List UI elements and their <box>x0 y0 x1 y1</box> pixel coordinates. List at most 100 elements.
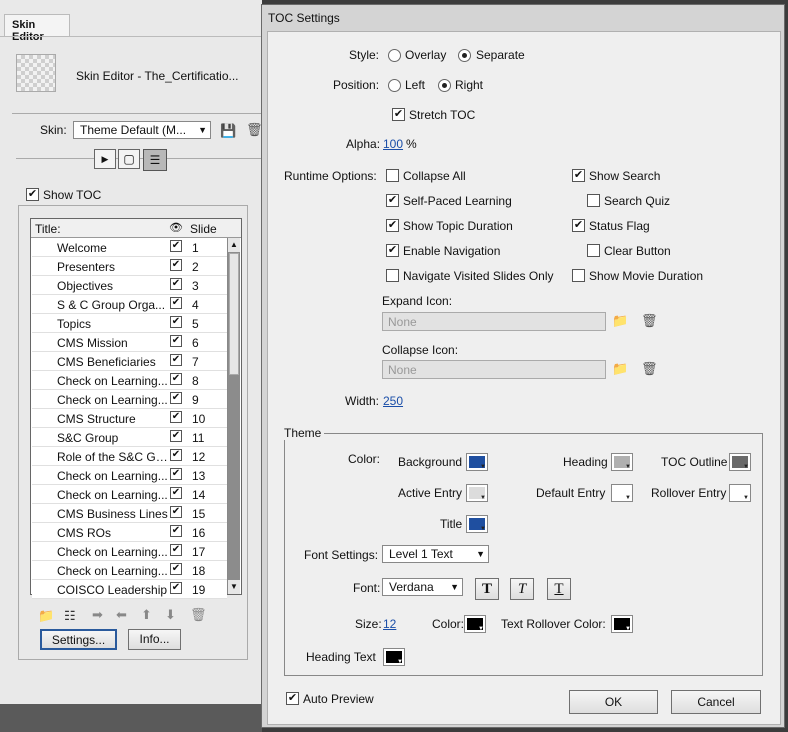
table-row[interactable]: COISCO Leadership ✔ 19 <box>32 580 227 599</box>
font-select[interactable]: Verdana ▼ <box>382 578 463 596</box>
row-checkbox[interactable]: ✔ <box>170 544 182 556</box>
add-item-icon[interactable]: ☷ <box>64 608 76 624</box>
rollover-entry-color-swatch[interactable]: ▼ <box>729 484 751 502</box>
row-checkbox[interactable]: ✔ <box>170 563 182 575</box>
table-row[interactable]: Presenters ✔ 2 <box>32 257 227 276</box>
navigate-visited-checkbox[interactable] <box>386 269 399 282</box>
toc-scrollbar[interactable]: ▲ ▼ <box>227 238 240 594</box>
show-toc-checkbox[interactable]: ✔ <box>26 188 39 201</box>
expand-icon-field[interactable]: None <box>382 312 606 331</box>
table-row[interactable]: CMS ROs ✔ 16 <box>32 523 227 542</box>
self-paced-checkbox[interactable]: ✔ <box>386 194 399 207</box>
stretch-toc-checkbox[interactable]: ✔ <box>392 108 405 121</box>
row-checkbox[interactable]: ✔ <box>170 430 182 442</box>
heading-text-color-swatch[interactable]: ▼ <box>383 648 405 666</box>
show-movie-duration-checkbox[interactable] <box>572 269 585 282</box>
underline-button[interactable]: T <box>547 578 571 600</box>
playbar-view-button[interactable]: ▶ <box>94 149 116 169</box>
text-color-swatch[interactable]: ▼ <box>464 615 486 633</box>
size-value[interactable]: 12 <box>383 617 396 631</box>
table-row[interactable]: Welcome ✔ 1 <box>32 238 227 257</box>
width-value[interactable]: 250 <box>383 394 403 408</box>
style-separate-radio[interactable] <box>458 49 471 62</box>
row-checkbox[interactable]: ✔ <box>170 240 182 252</box>
row-checkbox[interactable]: ✔ <box>170 506 182 518</box>
table-row[interactable]: CMS Structure ✔ 10 <box>32 409 227 428</box>
position-left-radio[interactable] <box>388 79 401 92</box>
row-checkbox[interactable]: ✔ <box>170 449 182 461</box>
borders-view-button[interactable]: ▢ <box>118 149 140 169</box>
clear-button-checkbox[interactable] <box>587 244 600 257</box>
active-entry-color-swatch[interactable]: ▼ <box>466 484 488 502</box>
text-rollover-color-swatch[interactable]: ▼ <box>611 615 633 633</box>
show-search-checkbox[interactable]: ✔ <box>572 169 585 182</box>
table-row[interactable]: CMS Beneficiaries ✔ 7 <box>32 352 227 371</box>
table-row[interactable]: Check on Learning... ✔ 13 <box>32 466 227 485</box>
trash-icon[interactable]: 🗑 <box>641 361 658 377</box>
ok-button[interactable]: OK <box>569 690 658 714</box>
skin-editor-tab[interactable]: Skin Editor <box>4 14 70 43</box>
background-color-swatch[interactable]: ▼ <box>466 453 488 471</box>
collapse-all-checkbox[interactable] <box>386 169 399 182</box>
default-entry-color-swatch[interactable]: ▼ <box>611 484 633 502</box>
info-button[interactable]: Info... <box>128 629 181 650</box>
row-checkbox[interactable]: ✔ <box>170 525 182 537</box>
skin-select[interactable]: Theme Default (M... ▼ <box>73 121 211 139</box>
show-topic-duration-checkbox[interactable]: ✔ <box>386 219 399 232</box>
table-row[interactable]: S & C Group Orga... ✔ 4 <box>32 295 227 314</box>
style-overlay-radio[interactable] <box>388 49 401 62</box>
row-checkbox[interactable]: ✔ <box>170 411 182 423</box>
table-row[interactable]: Role of the S&C Gr... ✔ 12 <box>32 447 227 466</box>
folder-icon[interactable]: 📁 <box>612 313 628 329</box>
enable-navigation-checkbox[interactable]: ✔ <box>386 244 399 257</box>
move-up-icon[interactable]: ⬆ <box>141 607 152 623</box>
toc-outline-color-swatch[interactable]: ▼ <box>729 453 751 471</box>
row-checkbox[interactable]: ✔ <box>170 582 182 594</box>
row-checkbox[interactable]: ✔ <box>170 335 182 347</box>
status-flag-checkbox[interactable]: ✔ <box>572 219 585 232</box>
heading-color-swatch[interactable]: ▼ <box>611 453 633 471</box>
table-row[interactable]: Check on Learning... ✔ 14 <box>32 485 227 504</box>
table-row[interactable]: Check on Learning... ✔ 8 <box>32 371 227 390</box>
save-icon[interactable]: 💾 <box>220 123 236 139</box>
move-right-icon[interactable]: ➡ <box>92 607 103 623</box>
table-row[interactable]: Check on Learning... ✔ 9 <box>32 390 227 409</box>
settings-button[interactable]: Settings... <box>40 629 117 650</box>
table-row[interactable]: Objectives ✔ 3 <box>32 276 227 295</box>
row-checkbox[interactable]: ✔ <box>170 316 182 328</box>
table-row[interactable]: Check on Learning... ✔ 17 <box>32 542 227 561</box>
cancel-button[interactable]: Cancel <box>671 690 761 714</box>
folder-icon[interactable]: 📁 <box>612 361 628 377</box>
row-checkbox[interactable]: ✔ <box>170 392 182 404</box>
auto-preview-checkbox[interactable]: ✔ <box>286 692 299 705</box>
search-quiz-checkbox[interactable] <box>587 194 600 207</box>
move-left-icon[interactable]: ⬅ <box>116 607 127 623</box>
table-row[interactable]: S&C Group ✔ 11 <box>32 428 227 447</box>
italic-button[interactable]: T <box>510 578 534 600</box>
scroll-down-icon[interactable]: ▼ <box>228 580 240 594</box>
bold-button[interactable]: T <box>475 578 499 600</box>
row-checkbox[interactable]: ✔ <box>170 487 182 499</box>
row-checkbox[interactable]: ✔ <box>170 468 182 480</box>
row-checkbox[interactable]: ✔ <box>170 297 182 309</box>
alpha-value[interactable]: 100 <box>383 137 403 151</box>
delete-icon[interactable]: 🗑 <box>190 607 207 623</box>
add-topic-icon[interactable]: 📁 <box>38 608 54 624</box>
row-checkbox[interactable]: ✔ <box>170 278 182 290</box>
scroll-thumb[interactable] <box>229 253 239 375</box>
table-row[interactable]: CMS Business Lines ✔ 15 <box>32 504 227 523</box>
move-down-icon[interactable]: ⬇ <box>165 607 176 623</box>
collapse-icon-field[interactable]: None <box>382 360 606 379</box>
row-checkbox[interactable]: ✔ <box>170 259 182 271</box>
toc-view-button[interactable]: ☰ <box>143 149 167 171</box>
scroll-up-icon[interactable]: ▲ <box>228 238 240 252</box>
title-color-swatch[interactable]: ▼ <box>466 515 488 533</box>
trash-icon[interactable]: 🗑 <box>641 313 658 329</box>
table-row[interactable]: Topics ✔ 5 <box>32 314 227 333</box>
row-checkbox[interactable]: ✔ <box>170 354 182 366</box>
table-row[interactable]: CMS Mission ✔ 6 <box>32 333 227 352</box>
font-settings-select[interactable]: Level 1 Text ▼ <box>382 545 489 563</box>
position-right-radio[interactable] <box>438 79 451 92</box>
table-row[interactable]: Check on Learning... ✔ 18 <box>32 561 227 580</box>
row-checkbox[interactable]: ✔ <box>170 373 182 385</box>
